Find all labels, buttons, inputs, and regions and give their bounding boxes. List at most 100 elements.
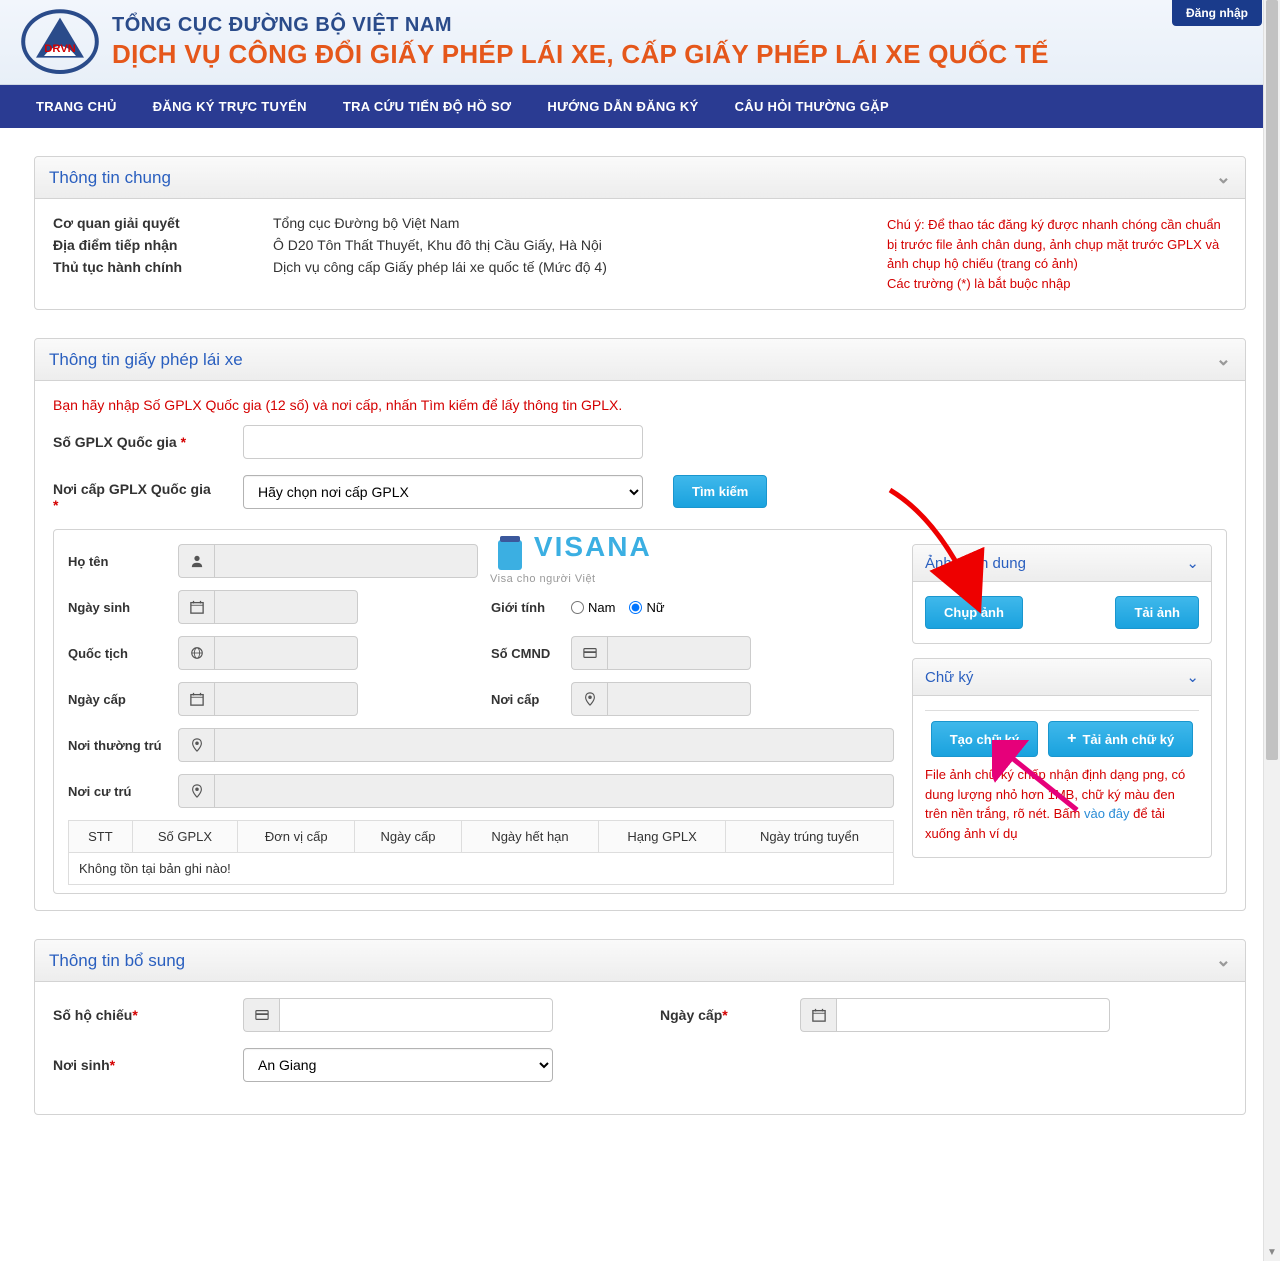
th-pass: Ngày trúng tuyển [725, 821, 893, 853]
personal-info-box: Họ tên Ngày sinh [53, 529, 1227, 894]
nav-faq[interactable]: CÂU HỎI THƯỜNG GẶP [717, 85, 907, 128]
portrait-title: Ảnh chân dung [925, 555, 1026, 572]
service-name: DỊCH VỤ CÔNG ĐỔI GIẤY PHÉP LÁI XE, CẤP G… [112, 39, 1049, 70]
chevron-down-icon: ⌄ [1186, 668, 1199, 686]
license-table: STT Số GPLX Đơn vị cấp Ngày cấp Ngày hết… [68, 820, 894, 885]
gender-label: Giới tính [491, 600, 571, 615]
nationality-label: Quốc tịch [68, 646, 178, 661]
th-class: Hạng GPLX [599, 821, 726, 853]
nav-home[interactable]: TRANG CHỦ [18, 85, 135, 128]
header-text: TỔNG CỤC ĐƯỜNG BỘ VIỆT NAM DỊCH VỤ CÔNG … [112, 14, 1049, 70]
scroll-thumb[interactable] [1266, 0, 1278, 760]
main-nav: TRANG CHỦ ĐĂNG KÝ TRỰC TUYẾN TRA CỨU TIẾ… [0, 85, 1280, 128]
card-icon [243, 998, 279, 1032]
calendar-icon [178, 682, 214, 716]
globe-icon [178, 636, 214, 670]
chevron-down-icon: ⌄ [1186, 554, 1199, 572]
extra-issuedate-label: Ngày cấp [660, 1007, 722, 1023]
procedure-label: Thủ tục hành chính [53, 259, 273, 275]
user-icon [178, 544, 214, 578]
location-label: Địa điểm tiếp nhận [53, 237, 273, 253]
plus-icon: + [1067, 730, 1076, 748]
dob-input [214, 590, 358, 624]
th-stt: STT [69, 821, 133, 853]
issueplace-label: Nơi cấp [491, 692, 571, 707]
issuedate-input [214, 682, 358, 716]
chevron-down-icon: ⌄ [1216, 349, 1231, 370]
permaddr-input [214, 728, 894, 762]
procedure-value: Dịch vụ công cấp Giấy phép lái xe quốc t… [273, 259, 607, 275]
search-button[interactable]: Tìm kiếm [673, 475, 767, 508]
agency-value: Tổng cục Đường bộ Việt Nam [273, 215, 459, 231]
nationality-input [214, 636, 358, 670]
general-info-title: Thông tin chung [49, 168, 171, 188]
pin-icon [178, 728, 214, 762]
dob-label: Ngày sinh [68, 600, 178, 615]
extra-info-title: Thông tin bổ sung [49, 951, 185, 971]
capture-photo-button[interactable]: Chụp ảnh [925, 596, 1023, 629]
curraddr-label: Nơi cư trú [68, 784, 178, 799]
example-link[interactable]: vào đây [1084, 806, 1130, 821]
idnum-input [607, 636, 751, 670]
signature-header[interactable]: Chữ ký ⌄ [913, 659, 1211, 696]
extra-info-header[interactable]: Thông tin bổ sung ⌄ [35, 940, 1245, 982]
calendar-icon [178, 590, 214, 624]
th-expire: Ngày hết hạn [461, 821, 599, 853]
svg-text:DRVN: DRVN [44, 43, 76, 55]
curraddr-input [214, 774, 894, 808]
general-info-panel: Thông tin chung ⌄ Cơ quan giải quyếtTổng… [34, 156, 1246, 310]
pin-icon [178, 774, 214, 808]
login-button[interactable]: Đăng nhập [1172, 0, 1262, 26]
scrollbar[interactable]: ▲ ▼ [1263, 0, 1280, 1261]
license-info-title: Thông tin giấy phép lái xe [49, 350, 243, 370]
pin-icon [571, 682, 607, 716]
chevron-down-icon: ⌄ [1216, 950, 1231, 971]
th-num: Số GPLX [132, 821, 237, 853]
fullname-label: Họ tên [68, 554, 178, 569]
signature-title: Chữ ký [925, 669, 973, 686]
license-info-panel: Thông tin giấy phép lái xe ⌄ Bạn hãy nhậ… [34, 338, 1246, 911]
upload-signature-button[interactable]: + Tải ảnh chữ ký [1048, 721, 1193, 757]
site-header: DRVN TỔNG CỤC ĐƯỜNG BỘ VIỆT NAM DỊCH VỤ … [0, 0, 1280, 85]
permaddr-label: Nơi thường trú [68, 738, 178, 753]
fullname-input [214, 544, 478, 578]
issue-place-select[interactable]: Hãy chọn nơi cấp GPLX [243, 475, 643, 509]
scroll-down-icon[interactable]: ▼ [1264, 1244, 1280, 1261]
th-unit: Đơn vị cấp [238, 821, 355, 853]
chevron-down-icon: ⌄ [1216, 167, 1231, 188]
table-empty: Không tồn tại bản ghi nào! [69, 853, 894, 885]
agency-label: Cơ quan giải quyết [53, 215, 273, 231]
calendar-icon [800, 998, 836, 1032]
drvn-logo: DRVN [20, 8, 100, 76]
gender-male-radio[interactable]: Nam [571, 600, 615, 615]
idnum-label: Số CMND [491, 646, 571, 661]
nav-lookup[interactable]: TRA CỨU TIẾN ĐỘ HỒ SƠ [325, 85, 530, 128]
passport-input[interactable] [279, 998, 553, 1032]
signature-panel: Chữ ký ⌄ Tạo chữ ký + Tải ảnh chữ ký [912, 658, 1212, 858]
nav-guide[interactable]: HƯỚNG DẪN ĐĂNG KÝ [529, 85, 716, 128]
license-info-header[interactable]: Thông tin giấy phép lái xe ⌄ [35, 339, 1245, 381]
license-number-input[interactable] [243, 425, 643, 459]
license-number-label: Số GPLX Quốc gia [53, 434, 177, 450]
notice-text: Chú ý: Để thao tác đăng ký được nhanh ch… [887, 215, 1227, 274]
extra-info-panel: Thông tin bổ sung ⌄ Số hộ chiếu* Ngày cấ… [34, 939, 1246, 1115]
general-info-header[interactable]: Thông tin chung ⌄ [35, 157, 1245, 199]
create-signature-button[interactable]: Tạo chữ ký [931, 721, 1038, 757]
required-text: Các trường (*) là bắt buộc nhập [887, 274, 1227, 294]
passport-label: Số hộ chiếu [53, 1007, 132, 1023]
th-issue: Ngày cấp [355, 821, 461, 853]
birthplace-select[interactable]: An Giang [243, 1048, 553, 1082]
issueplace-input [607, 682, 751, 716]
issue-place-label: Nơi cấp GPLX Quốc gia [53, 481, 211, 497]
birthplace-label: Nơi sinh [53, 1057, 110, 1073]
license-instruction: Bạn hãy nhập Số GPLX Quốc gia (12 số) và… [53, 397, 1227, 413]
nav-register[interactable]: ĐĂNG KÝ TRỰC TUYẾN [135, 85, 325, 128]
gender-female-radio[interactable]: Nữ [629, 600, 664, 615]
org-name: TỔNG CỤC ĐƯỜNG BỘ VIỆT NAM [112, 14, 1049, 37]
issuedate-label: Ngày cấp [68, 692, 178, 707]
location-value: Ô D20 Tôn Thất Thuyết, Khu đô thị Cầu Gi… [273, 237, 602, 253]
portrait-header[interactable]: Ảnh chân dung ⌄ [913, 545, 1211, 582]
portrait-panel: Ảnh chân dung ⌄ Chụp ảnh Tải ảnh [912, 544, 1212, 644]
extra-issuedate-input[interactable] [836, 998, 1110, 1032]
upload-photo-button[interactable]: Tải ảnh [1115, 596, 1199, 629]
